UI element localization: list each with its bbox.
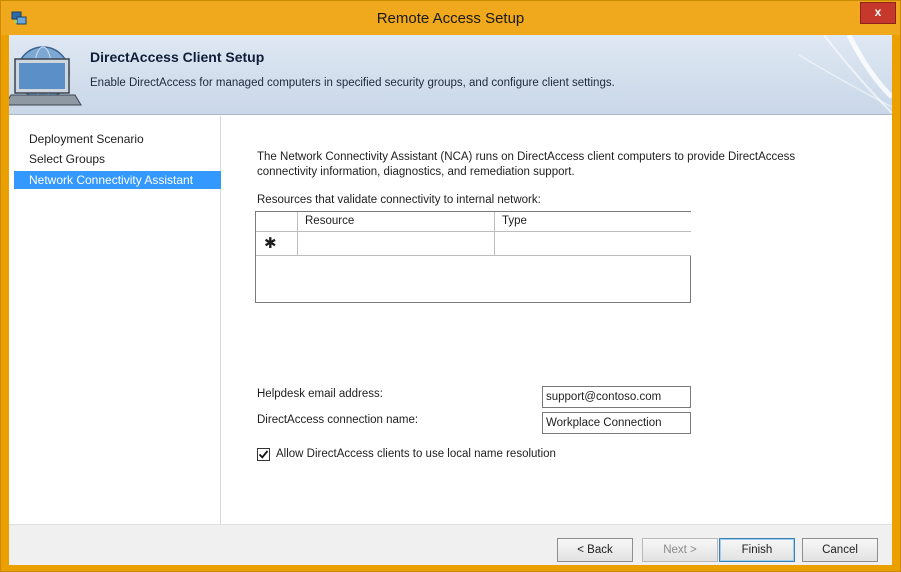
nav-item-deployment-scenario[interactable]: Deployment Scenario: [14, 130, 221, 148]
helpdesk-email-label: Helpdesk email address:: [257, 388, 383, 400]
resources-grid[interactable]: Resource Type ✱: [255, 211, 691, 303]
new-row-resource-cell[interactable]: [298, 232, 495, 256]
finish-button[interactable]: Finish: [719, 538, 795, 562]
helpdesk-email-field[interactable]: [542, 386, 691, 408]
remote-access-setup-window: Remote Access Setup x DirectAccess Clien…: [0, 0, 901, 572]
nav-item-network-connectivity-assistant[interactable]: Network Connectivity Assistant: [14, 171, 221, 189]
checkmark-icon: [258, 449, 269, 459]
local-name-resolution-option[interactable]: Allow DirectAccess clients to use local …: [257, 446, 556, 462]
header-banner: DirectAccess Client Setup Enable DirectA…: [9, 35, 892, 115]
next-button[interactable]: Next >: [642, 538, 718, 562]
page-title: DirectAccess Client Setup: [90, 49, 265, 65]
column-header-type[interactable]: Type: [495, 212, 691, 232]
button-bar: < Back Next > Finish Cancel: [9, 524, 892, 565]
title-bar[interactable]: Remote Access Setup x: [1, 1, 900, 35]
resources-label: Resources that validate connectivity to …: [257, 194, 541, 206]
local-name-resolution-checkbox[interactable]: [257, 447, 270, 461]
new-row-type-cell[interactable]: [495, 232, 691, 256]
dialog-client-area: DirectAccess Client Setup Enable DirectA…: [9, 35, 892, 565]
local-name-resolution-label: Allow DirectAccess clients to use local …: [276, 448, 556, 460]
nav-item-select-groups[interactable]: Select Groups: [14, 150, 221, 168]
new-row-marker: ✱: [256, 232, 298, 256]
page-subtitle: Enable DirectAccess for managed computer…: [90, 77, 615, 89]
banner-art: [9, 35, 892, 114]
row-header-corner: [256, 212, 298, 232]
cancel-button[interactable]: Cancel: [802, 538, 878, 562]
window-title: Remote Access Setup: [376, 10, 525, 27]
laptop-globe-icon: [9, 46, 82, 106]
connection-name-label: DirectAccess connection name:: [257, 414, 419, 426]
close-button[interactable]: x: [860, 2, 896, 24]
column-header-resource[interactable]: Resource: [298, 212, 495, 232]
connection-name-field[interactable]: [542, 412, 691, 434]
banner-swoosh-decoration: [798, 35, 892, 114]
content-panel: The Network Connectivity Assistant (NCA)…: [222, 116, 892, 524]
nca-description: The Network Connectivity Assistant (NCA)…: [257, 151, 796, 178]
back-button[interactable]: < Back: [557, 538, 633, 562]
wizard-nav: Deployment Scenario Select Groups Networ…: [9, 116, 221, 524]
